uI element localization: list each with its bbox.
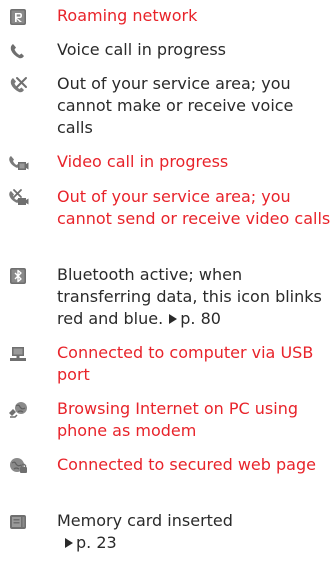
- status-icon-list: Roaming network Voice call in progress O…: [0, 0, 335, 576]
- phone-handset-icon: [7, 41, 29, 61]
- roaming-r-icon: [7, 7, 29, 27]
- page-reference[interactable]: p. 23: [76, 533, 117, 552]
- pc-modem-icon: [7, 400, 29, 420]
- page-reference-arrow-icon: [169, 314, 178, 324]
- secured-web-lock-icon: [7, 456, 29, 476]
- item-text: Video call in progress: [57, 152, 229, 171]
- no-voice-service-icon: [7, 75, 29, 95]
- item-text: Roaming network: [57, 6, 198, 25]
- item-text: Out of your service area; you cannot sen…: [57, 187, 331, 228]
- usb-computer-icon: [7, 344, 29, 364]
- video-call-icon: [7, 153, 29, 173]
- item-text: Connected to computer via USB port: [57, 343, 314, 384]
- page-reference-arrow-icon: [65, 538, 73, 548]
- item-text: Out of your service area; you cannot mak…: [57, 74, 294, 137]
- no-video-service-icon: [7, 188, 29, 208]
- item-text: Voice call in progress: [57, 40, 226, 59]
- memory-card-icon: [7, 512, 29, 532]
- page-reference-line: p. 23: [57, 532, 331, 554]
- item-description: Memory card inserted: [57, 511, 233, 530]
- item-text: Bluetooth active; when transferring data…: [57, 264, 331, 330]
- bluetooth-icon: [7, 266, 29, 286]
- item-text: Memory card inserted p. 23: [57, 510, 331, 554]
- item-text: Connected to secured web page: [57, 455, 316, 474]
- page-reference[interactable]: p. 80: [180, 309, 221, 328]
- item-text: Browsing Internet on PC using phone as m…: [57, 399, 298, 440]
